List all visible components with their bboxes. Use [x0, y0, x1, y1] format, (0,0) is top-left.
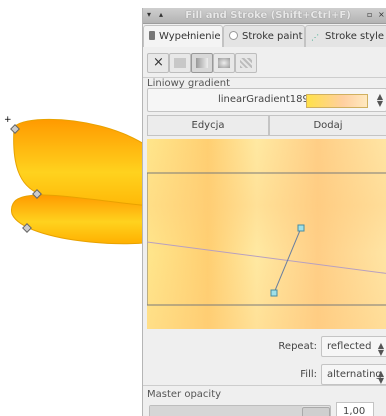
cursor-mark: + [4, 115, 12, 125]
tab-stroke-paint-label: Stroke paint [242, 31, 303, 42]
gradient-handle-line [273, 227, 302, 294]
bounding-box [147, 172, 386, 306]
tab-fill-label: Wypełnienie [159, 31, 221, 42]
fill-label: Fill: [300, 369, 317, 380]
add-button[interactable]: Dodaj [269, 115, 386, 136]
spinner-icon: ▲ ▼ [377, 341, 384, 357]
opacity-slider-fill [150, 406, 302, 416]
fill-value: alternating [327, 369, 382, 380]
fill-stroke-dialog: ▾ ▴ Fill and Stroke (Shift+Ctrl+F) ▫ × W… [142, 8, 386, 416]
gradient-swatch [306, 94, 368, 108]
repeat-value: reflected [327, 341, 372, 352]
fill-select[interactable]: alternating ▲ ▼ [321, 364, 386, 385]
stroke-paint-icon [229, 31, 238, 40]
opacity-value-field[interactable]: 1,00 [336, 402, 374, 416]
divider [143, 385, 386, 386]
no-paint-button[interactable]: × [147, 53, 169, 73]
pattern-icon [240, 58, 252, 68]
gradient-editor-overlay [147, 172, 386, 306]
linear-gradient-button[interactable] [191, 53, 213, 73]
edit-button[interactable]: Edycja [147, 115, 269, 136]
chevron-down-icon[interactable]: ▾ [147, 10, 151, 20]
canvas-shapes[interactable]: + [0, 0, 150, 416]
linear-gradient-icon [196, 58, 208, 68]
opacity-slider-knob[interactable] [302, 407, 330, 416]
spinner-icon: ▲ ▼ [377, 369, 384, 385]
repeat-label: Repeat: [278, 341, 317, 352]
gradient-editor-preview[interactable] [147, 139, 386, 329]
pattern-button[interactable] [235, 53, 257, 73]
tab-stroke-paint[interactable]: Stroke paint [223, 25, 305, 47]
radial-gradient-icon [218, 58, 230, 68]
stroke-style-icon: ⋰ [311, 33, 319, 42]
flat-color-button[interactable] [169, 53, 191, 73]
fill-icon [149, 31, 155, 40]
chevron-up-icon[interactable]: ▴ [159, 10, 163, 20]
close-icon[interactable]: × [378, 10, 385, 20]
gradient-vector-line [147, 241, 386, 274]
gradient-handle-end[interactable] [270, 289, 278, 297]
opacity-label: Master opacity [147, 389, 222, 400]
tab-bar: Wypełnienie Stroke paint ⋰ Stroke style [143, 25, 386, 47]
gradient-name: linearGradient1895 [218, 94, 316, 105]
dialog-title: Fill and Stroke (Shift+Ctrl+F) [185, 10, 351, 21]
maximize-icon[interactable]: ▫ [367, 10, 372, 20]
opacity-slider[interactable] [149, 405, 331, 416]
flat-color-icon [174, 58, 186, 68]
radial-gradient-button[interactable] [213, 53, 235, 73]
drawing-canvas[interactable]: + [0, 0, 150, 416]
repeat-select[interactable]: reflected ▲ ▼ [321, 336, 386, 357]
tab-fill[interactable]: Wypełnienie [143, 25, 223, 47]
x-icon: × [153, 55, 164, 70]
gradient-selector[interactable]: linearGradient1895 ▲ ▼ [147, 88, 386, 112]
gradient-handle-start[interactable] [297, 224, 305, 232]
tab-stroke-style-label: Stroke style [325, 31, 385, 42]
tab-stroke-style[interactable]: ⋰ Stroke style [305, 25, 386, 47]
dialog-titlebar[interactable]: ▾ ▴ Fill and Stroke (Shift+Ctrl+F) ▫ × [143, 8, 386, 24]
spinner-icon: ▲ ▼ [376, 92, 383, 108]
